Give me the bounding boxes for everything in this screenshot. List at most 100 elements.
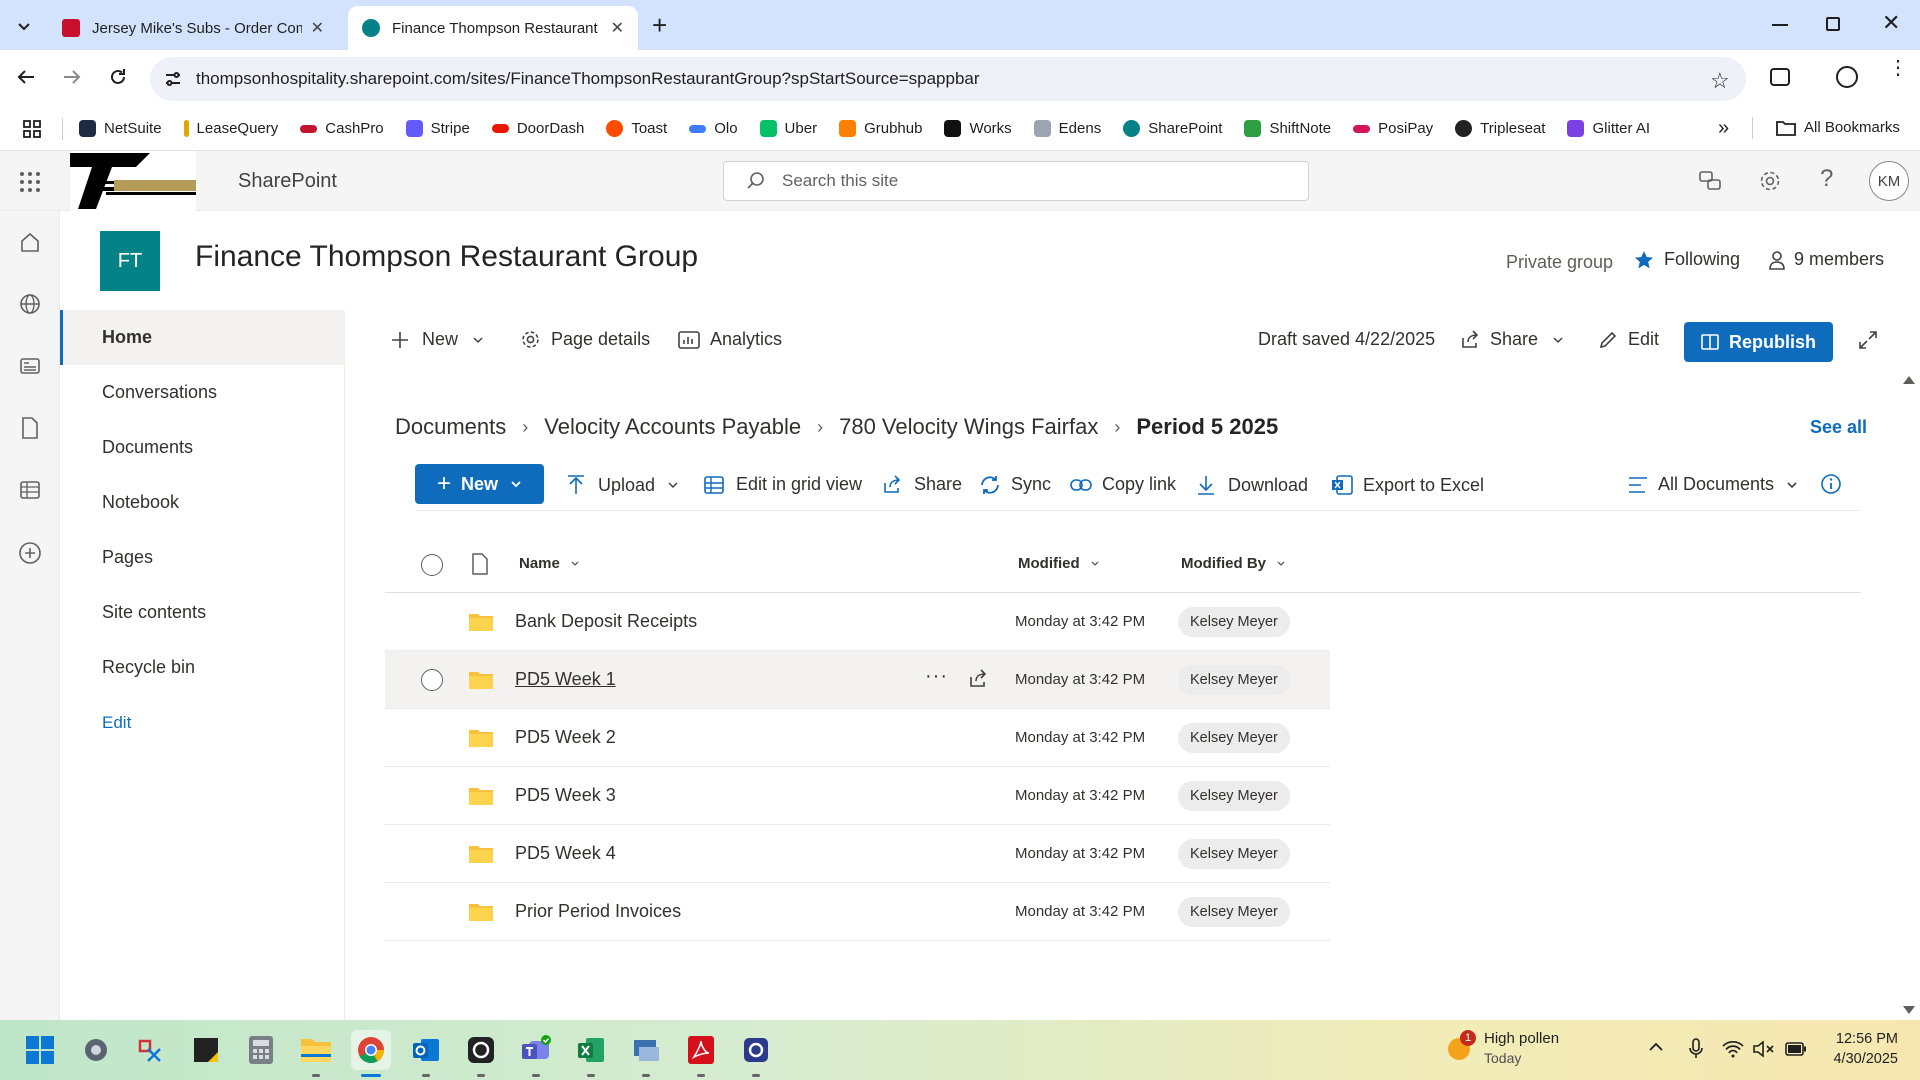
- help-icon[interactable]: ?: [1820, 165, 1833, 193]
- bookmark-sharepoint[interactable]: SharePoint: [1123, 120, 1222, 137]
- tab-search-button[interactable]: [10, 12, 38, 40]
- home-icon[interactable]: [19, 231, 41, 253]
- remote-app-icon[interactable]: [626, 1030, 666, 1070]
- excel-app-icon[interactable]: [571, 1030, 611, 1070]
- lists-icon[interactable]: [19, 479, 41, 501]
- select-all-checkbox[interactable]: [421, 554, 443, 576]
- follow-button[interactable]: Following: [1634, 249, 1740, 270]
- info-icon[interactable]: [1820, 473, 1842, 495]
- wifi-icon[interactable]: [1722, 1040, 1744, 1058]
- battery-icon[interactable]: [1785, 1042, 1807, 1056]
- snipping-tool-icon[interactable]: [131, 1030, 171, 1070]
- news-icon[interactable]: [19, 355, 41, 377]
- app-launcher-icon[interactable]: [19, 171, 41, 193]
- settings-gear-icon[interactable]: [1758, 169, 1782, 193]
- share-row-icon[interactable]: [968, 669, 988, 689]
- view-selector[interactable]: All Documents: [1628, 474, 1798, 495]
- library-share-button[interactable]: Share: [882, 474, 962, 495]
- close-window-icon[interactable]: ✕: [1882, 10, 1900, 36]
- site-info-icon[interactable]: [164, 70, 182, 88]
- all-bookmarks[interactable]: All Bookmarks: [1776, 119, 1900, 136]
- sync-button[interactable]: Sync: [979, 474, 1051, 495]
- browser-tab-finance[interactable]: Finance Thompson Restaurant G ✕: [348, 6, 638, 50]
- bookmark-grubhub[interactable]: Grubhub: [839, 120, 922, 137]
- file-explorer-icon[interactable]: [296, 1030, 336, 1070]
- weather-widget[interactable]: 1 High pollen Today: [1444, 1028, 1594, 1072]
- modified-by-pill[interactable]: Kelsey Meyer: [1178, 780, 1290, 811]
- nav-item-notebook[interactable]: Notebook: [60, 475, 345, 530]
- column-modified-by[interactable]: Modified By: [1181, 555, 1286, 572]
- column-name[interactable]: Name: [519, 555, 580, 572]
- cursor-app-icon[interactable]: [461, 1030, 501, 1070]
- restore-icon[interactable]: [1826, 17, 1840, 31]
- table-row[interactable]: Prior Period Invoices Monday at 3:42 PM …: [385, 883, 1330, 941]
- quickassist-icon[interactable]: [736, 1030, 776, 1070]
- site-icon[interactable]: FT: [100, 231, 160, 291]
- table-row[interactable]: PD5 Week 2 Monday at 3:42 PM Kelsey Meye…: [385, 709, 1330, 767]
- forward-icon[interactable]: [61, 66, 83, 88]
- modified-by-pill[interactable]: Kelsey Meyer: [1178, 606, 1290, 637]
- nav-item-home[interactable]: Home: [60, 310, 345, 365]
- globe-icon[interactable]: [19, 293, 41, 315]
- nav-item-site-contents[interactable]: Site contents: [60, 585, 345, 640]
- file-name-link[interactable]: Prior Period Invoices: [515, 901, 681, 922]
- microphone-icon[interactable]: [1688, 1038, 1704, 1060]
- file-name-link[interactable]: PD5 Week 4: [515, 843, 616, 864]
- acrobat-icon[interactable]: [681, 1030, 721, 1070]
- app-name[interactable]: SharePoint: [238, 170, 337, 193]
- breadcrumb-documents[interactable]: Documents: [395, 414, 506, 440]
- page-details-button[interactable]: Page details: [520, 329, 650, 350]
- share-page-button[interactable]: Share: [1460, 329, 1564, 350]
- bookmark-glitter-ai[interactable]: Glitter AI: [1567, 120, 1650, 137]
- republish-button[interactable]: Republish: [1684, 322, 1833, 362]
- more-bookmarks-icon[interactable]: »: [1718, 117, 1729, 140]
- table-row-hovered[interactable]: PD5 Week 1 ··· Monday at 3:42 PM Kelsey …: [385, 651, 1330, 709]
- apps-grid-icon[interactable]: [22, 119, 42, 139]
- modified-by-pill[interactable]: Kelsey Meyer: [1178, 896, 1290, 927]
- breadcrumb-780-fairfax[interactable]: 780 Velocity Wings Fairfax: [839, 414, 1098, 440]
- edit-grid-button[interactable]: Edit in grid view: [704, 474, 862, 495]
- clock[interactable]: 12:56 PM 4/30/2025: [1822, 1031, 1898, 1067]
- bookmark-toast[interactable]: Toast: [606, 120, 667, 137]
- more-actions-icon[interactable]: ···: [925, 665, 948, 688]
- files-icon[interactable]: [20, 417, 40, 439]
- site-search-box[interactable]: Search this site: [723, 161, 1309, 201]
- sticky-notes-icon[interactable]: [186, 1030, 226, 1070]
- nav-item-recycle-bin[interactable]: Recycle bin: [60, 640, 345, 695]
- reload-icon[interactable]: [107, 66, 129, 88]
- chat-feedback-icon[interactable]: [1698, 170, 1722, 192]
- close-tab-icon[interactable]: ✕: [311, 18, 324, 38]
- bookmark-stripe[interactable]: Stripe: [405, 120, 470, 137]
- file-name-link[interactable]: PD5 Week 3: [515, 785, 616, 806]
- column-modified[interactable]: Modified: [1018, 555, 1100, 572]
- screenshot-icon[interactable]: [1770, 68, 1790, 86]
- edit-page-button[interactable]: Edit: [1598, 329, 1659, 350]
- analytics-button[interactable]: Analytics: [678, 329, 782, 350]
- row-select-checkbox[interactable]: [421, 669, 443, 691]
- teams-icon[interactable]: [516, 1030, 556, 1070]
- breadcrumb-velocity-ap[interactable]: Velocity Accounts Payable: [544, 414, 801, 440]
- copy-link-button[interactable]: Copy link: [1070, 474, 1176, 495]
- bookmark-edens[interactable]: Edens: [1033, 120, 1101, 137]
- upload-button[interactable]: Upload: [566, 474, 679, 496]
- calculator-icon[interactable]: [241, 1030, 281, 1070]
- bookmark-netsuite[interactable]: NetSuite: [79, 120, 162, 137]
- bookmark-star-icon[interactable]: ☆: [1710, 68, 1730, 94]
- bookmark-olo[interactable]: Olo: [689, 120, 738, 137]
- modified-by-pill[interactable]: Kelsey Meyer: [1178, 722, 1290, 753]
- library-new-button[interactable]: + New: [415, 464, 544, 504]
- bookmark-cashpro[interactable]: CashPro: [300, 120, 384, 137]
- url-omnibox[interactable]: thompsonhospitality.sharepoint.com/sites…: [150, 57, 1746, 101]
- bookmark-tripleseat[interactable]: Tripleseat: [1455, 120, 1545, 137]
- file-name-link[interactable]: PD5 Week 1: [515, 669, 616, 690]
- modified-by-pill[interactable]: Kelsey Meyer: [1178, 664, 1290, 695]
- scroll-up-arrow[interactable]: [1903, 376, 1915, 384]
- expand-icon[interactable]: [1858, 330, 1878, 350]
- members-button[interactable]: 9 members: [1768, 249, 1884, 270]
- modified-by-pill[interactable]: Kelsey Meyer: [1178, 838, 1290, 869]
- outlook-icon[interactable]: [406, 1030, 446, 1070]
- bookmark-shiftnote[interactable]: ShiftNote: [1244, 120, 1331, 137]
- profile-icon[interactable]: [1836, 66, 1858, 88]
- chrome-icon[interactable]: [351, 1030, 391, 1070]
- export-excel-button[interactable]: Export to Excel: [1331, 474, 1484, 496]
